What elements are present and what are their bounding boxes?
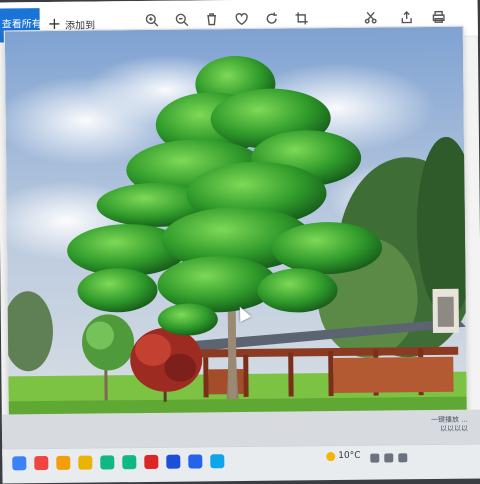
weather-temp: 10°C xyxy=(338,451,360,461)
weather-widget[interactable]: 10°C xyxy=(326,451,360,461)
notification-line-1: 一键播放 ... xyxy=(431,416,468,425)
taskbar-app-1[interactable] xyxy=(12,456,26,470)
notification-line-2: 以以以以 xyxy=(431,425,468,434)
rotate-icon xyxy=(265,12,279,26)
share-button[interactable] xyxy=(398,8,416,26)
notification-text: 一键播放 ... 以以以以 xyxy=(431,416,468,434)
taskbar-app-7[interactable] xyxy=(144,455,158,469)
zoom-in-button[interactable] xyxy=(143,11,161,29)
crop-button[interactable] xyxy=(293,9,311,27)
zoom-out-button[interactable] xyxy=(173,11,191,29)
print-button[interactable] xyxy=(430,8,448,26)
heart-icon xyxy=(235,12,249,26)
tray-network-icon[interactable] xyxy=(370,454,379,463)
edit-icon xyxy=(364,11,378,25)
tray-volume-icon[interactable] xyxy=(384,453,393,462)
trash-icon xyxy=(205,12,219,26)
taskbar-app-5[interactable] xyxy=(100,455,114,469)
edit-button[interactable] xyxy=(362,9,380,27)
crop-icon xyxy=(295,11,309,25)
rotate-button[interactable] xyxy=(263,10,281,28)
print-icon xyxy=(432,10,446,24)
taskbar-app-9[interactable] xyxy=(188,454,202,468)
screen-photo: 查看所有照片 + 添加到 xyxy=(0,0,480,483)
taskbar-app-6[interactable] xyxy=(122,455,136,469)
photo-viewer[interactable] xyxy=(4,26,468,417)
taskbar-app-4[interactable] xyxy=(78,456,92,470)
sun-icon xyxy=(326,452,335,461)
taskbar xyxy=(2,443,480,483)
taskbar-app-8[interactable] xyxy=(166,455,180,469)
taskbar-app-3[interactable] xyxy=(56,456,70,470)
taskbar-app-2[interactable] xyxy=(34,456,48,470)
landscape-photo xyxy=(5,27,467,416)
photos-app-window: 查看所有照片 + 添加到 xyxy=(0,0,480,443)
zoom-out-icon xyxy=(175,13,189,27)
tray-battery-icon[interactable] xyxy=(398,453,407,462)
zoom-in-icon xyxy=(145,13,159,27)
delete-button[interactable] xyxy=(203,10,221,28)
favorite-button[interactable] xyxy=(233,10,251,28)
taskbar-app-10[interactable] xyxy=(210,454,224,468)
share-icon xyxy=(400,10,414,24)
